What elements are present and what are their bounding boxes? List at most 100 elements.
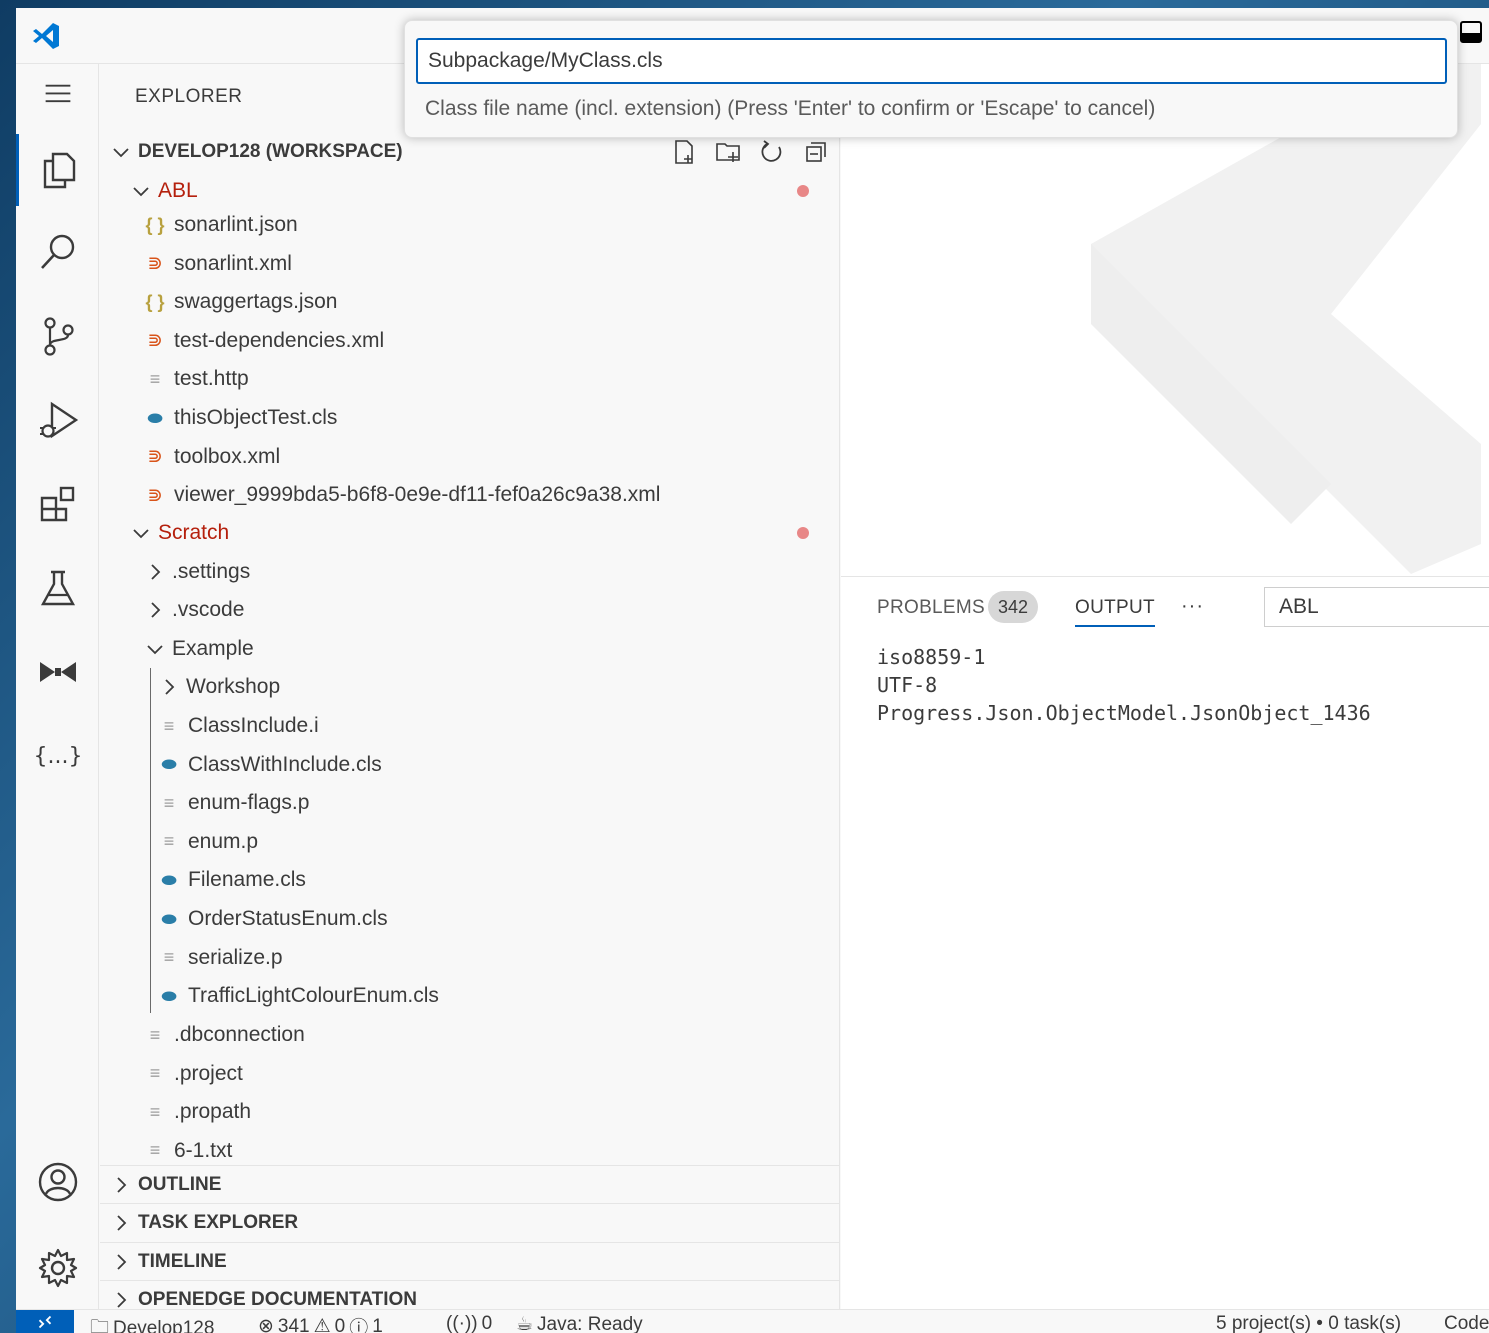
testing-button[interactable] [16, 552, 99, 624]
menu-button[interactable] [16, 68, 99, 122]
folder-icon: 🗀 [90, 1317, 110, 1333]
file-row[interactable]: ⋑ toolbox.xml [100, 438, 840, 476]
error-count: 341 [277, 1315, 310, 1333]
file-row[interactable]: ⋑ test-dependencies.xml [100, 322, 840, 360]
output-line: iso8859-1 [877, 645, 986, 669]
files-icon [43, 152, 76, 189]
openedge-button[interactable] [16, 636, 99, 708]
new-folder-icon[interactable] [714, 138, 742, 166]
xml-rss-icon: ⋑ [147, 446, 163, 467]
workspace-header[interactable]: DEVELOP128 (WORKSPACE) [100, 133, 840, 171]
section-outline[interactable]: OUTLINE [100, 1165, 840, 1203]
file-label: .dbconnection [174, 1023, 305, 1046]
chevron-right-icon [110, 1251, 132, 1273]
abl-class-icon: ⬬ [161, 985, 177, 1006]
file-label: thisObjectTest.cls [174, 406, 338, 429]
source-control-button[interactable] [16, 300, 99, 372]
file-row[interactable]: ⬬ thisObjectTest.cls [100, 399, 840, 437]
file-label: OrderStatusEnum.cls [188, 907, 388, 930]
workspace-status[interactable]: 🗀 Develop128 [90, 1313, 214, 1333]
file-row[interactable]: ≡ enum.p [100, 823, 840, 861]
xml-rss-icon: ⋑ [147, 330, 163, 351]
section-timeline[interactable]: TIMELINE [100, 1242, 840, 1280]
vscode-logo-icon[interactable] [30, 20, 62, 52]
file-label: swaggertags.json [174, 290, 338, 314]
explorer-button[interactable] [16, 134, 99, 206]
folder-vscode[interactable]: .vscode [100, 591, 840, 629]
text-file-icon: ≡ [149, 1101, 161, 1122]
file-row[interactable]: ⬬ TrafficLightColourEnum.cls [100, 977, 840, 1015]
folder-scratch[interactable]: Scratch [100, 514, 840, 552]
refresh-icon[interactable] [758, 138, 786, 166]
class-file-name-input[interactable] [416, 38, 1447, 84]
account-button[interactable] [16, 1146, 99, 1218]
file-label: viewer_9999bda5-b6f8-0e9e-df11-fef0a26c9… [174, 483, 661, 507]
json-braces-icon: {...} [36, 744, 80, 769]
extensions-button[interactable] [16, 468, 99, 540]
abl-class-icon: ⬬ [161, 908, 177, 929]
file-row[interactable]: ⬬ ClassWithInclude.cls [100, 746, 840, 784]
extensions-icon [40, 486, 74, 522]
file-row[interactable]: { } swaggertags.json [100, 283, 840, 321]
broadcast-icon: ((·)) [446, 1313, 478, 1333]
file-row[interactable]: ⬬ Filename.cls [100, 861, 840, 899]
file-label: 6-1.txt [174, 1138, 233, 1162]
section-label: TASK EXPLORER [138, 1211, 299, 1233]
json-button[interactable]: {...} [16, 720, 99, 792]
code-status[interactable]: Code [1444, 1313, 1489, 1333]
manage-button[interactable] [16, 1232, 99, 1304]
file-row[interactable]: ≡ serialize.p [100, 939, 840, 977]
warning-icon: ⚠ [313, 1316, 331, 1333]
file-label: serialize.p [188, 945, 283, 969]
file-row[interactable]: ≡ enum-flags.p [100, 784, 840, 822]
account-icon [38, 1162, 77, 1202]
java-status[interactable]: ☕ Java: Ready [516, 1313, 643, 1333]
explorer-title: EXPLORER [135, 86, 243, 107]
source-control-icon [43, 317, 74, 356]
file-row[interactable]: ≡ test.http [100, 360, 840, 398]
file-row[interactable]: { } sonarlint.json [100, 206, 840, 244]
remote-button[interactable] [16, 1310, 74, 1333]
problems-status[interactable]: ⊗ 341 ⚠ 0 ⓘ 1 [258, 1313, 383, 1333]
folder-settings[interactable]: .settings [100, 553, 840, 591]
folder-example[interactable]: Example [100, 630, 840, 668]
quick-input-message: Class file name (incl. extension) (Press… [425, 97, 1156, 120]
section-task-explorer[interactable]: TASK EXPLORER [100, 1203, 840, 1241]
tab-output[interactable]: OUTPUT [1075, 597, 1155, 627]
file-row[interactable]: ≡ .propath [100, 1093, 840, 1131]
activity-bar: {...} [16, 64, 99, 1309]
folder-abl[interactable]: ABL [100, 172, 840, 210]
projects-status[interactable]: 5 project(s) • 0 task(s) [1216, 1313, 1401, 1333]
file-label: test.http [174, 367, 249, 391]
file-row[interactable]: ⬬ OrderStatusEnum.cls [100, 900, 840, 938]
toggle-panel-icon[interactable] [1459, 20, 1483, 44]
file-row[interactable]: ≡ ClassInclude.i [100, 707, 840, 745]
folder-workshop[interactable]: Workshop [100, 668, 840, 706]
run-debug-button[interactable] [16, 384, 99, 456]
text-file-icon: ≡ [163, 792, 175, 813]
output-channel-select[interactable]: ABL [1264, 587, 1489, 627]
abl-class-icon: ⬬ [161, 869, 177, 890]
run-debug-icon [39, 401, 78, 439]
new-file-icon[interactable] [670, 138, 698, 166]
testing-icon [40, 570, 75, 606]
search-button[interactable] [16, 216, 99, 288]
more-actions-button[interactable]: ··· [1181, 595, 1204, 618]
xml-rss-icon: ⋑ [147, 253, 163, 274]
collapse-all-icon[interactable] [802, 138, 830, 166]
text-file-icon: ≡ [163, 831, 175, 852]
problems-count-badge: 342 [988, 591, 1038, 623]
chevron-down-icon [130, 180, 152, 202]
ports-status[interactable]: ((·)) 0 [446, 1313, 492, 1333]
tab-problems[interactable]: PROBLEMS [877, 597, 985, 619]
chevron-down-icon [130, 522, 152, 544]
status-bar: 🗀 Develop128 ⊗ 341 ⚠ 0 ⓘ 1 ((·)) 0 ☕ Jav… [16, 1309, 1489, 1333]
info-count: 1 [372, 1315, 383, 1333]
file-row[interactable]: ≡ .dbconnection [100, 1016, 840, 1054]
abl-class-icon: ⬬ [161, 754, 177, 775]
file-row[interactable]: ⋑ sonarlint.xml [100, 245, 840, 283]
file-row[interactable]: ⋑ viewer_9999bda5-b6f8-0e9e-df11-fef0a26c… [100, 476, 840, 514]
output-line: Progress.Json.ObjectModel.JsonObject_143… [877, 701, 1371, 725]
file-row[interactable]: ≡ .project [100, 1055, 840, 1093]
folder-label: Example [172, 637, 254, 660]
